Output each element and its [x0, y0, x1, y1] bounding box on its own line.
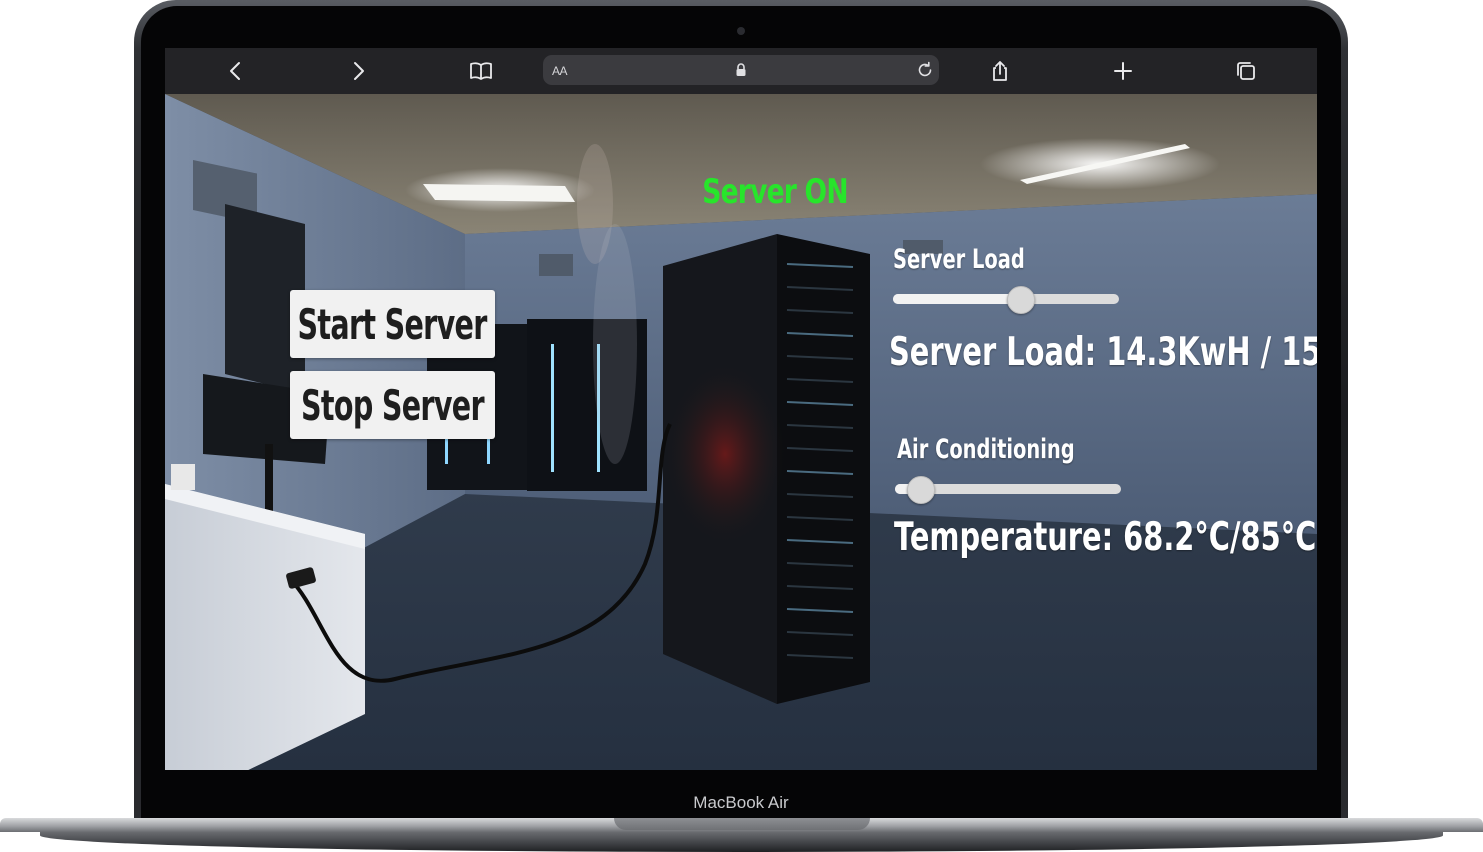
server-load-readout: Server Load: 14.3KwH / 15KwH: [889, 330, 1317, 375]
temperature-readout: Temperature: 68.2°C/85°C: [894, 515, 1317, 560]
start-server-button[interactable]: Start Server: [290, 290, 495, 358]
forward-icon[interactable]: [346, 59, 370, 83]
tabs-icon[interactable]: [1234, 59, 1258, 83]
share-icon[interactable]: [988, 59, 1012, 83]
back-icon[interactable]: [224, 59, 248, 83]
air-conditioning-label: Air Conditioning: [897, 434, 1075, 465]
air-conditioning-slider-thumb[interactable]: [907, 476, 935, 504]
server-load-slider-thumb[interactable]: [1007, 286, 1035, 314]
browser-toolbar: AA: [165, 48, 1317, 94]
address-bar[interactable]: AA: [543, 55, 939, 85]
laptop-notch: [614, 818, 870, 830]
device-brand-label: MacBook Air: [693, 793, 789, 812]
bookmarks-icon[interactable]: [469, 59, 493, 83]
server-load-slider-fill: [893, 294, 1020, 304]
air-conditioning-slider[interactable]: [895, 476, 1121, 504]
stop-server-button[interactable]: Stop Server: [290, 371, 495, 439]
text-size-button[interactable]: AA: [552, 64, 568, 78]
laptop-base-underside: [40, 832, 1443, 852]
browser-screen: AA Server ON Start Server Stop Server Se…: [165, 48, 1317, 770]
server-load-slider[interactable]: [893, 286, 1119, 314]
server-status-text: Server ON: [702, 172, 848, 212]
new-tab-icon[interactable]: [1111, 59, 1135, 83]
server-load-label: Server Load: [893, 244, 1025, 275]
webcam: [737, 27, 745, 35]
server-room-scene: Server ON Start Server Stop Server Serve…: [165, 94, 1317, 770]
lock-icon: [736, 63, 746, 76]
reload-icon[interactable]: [915, 60, 935, 80]
